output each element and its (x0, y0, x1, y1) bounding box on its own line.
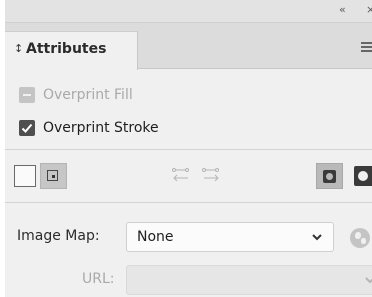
globe-icon[interactable] (350, 228, 370, 248)
overprint-fill-checkbox[interactable] (19, 87, 35, 103)
section-divider (5, 149, 372, 150)
reverse-path-right-icon[interactable] (200, 165, 222, 187)
checkmark-icon (21, 123, 33, 133)
close-panel-icon[interactable]: × (366, 3, 372, 16)
overprint-stroke-row: Overprint Stroke (19, 118, 159, 138)
url-label: URL: (82, 271, 115, 287)
overprint-fill-row: Overprint Fill (19, 85, 133, 105)
panel-title-bar: « × (5, 0, 372, 23)
tab-bar: ↕ Attributes (5, 23, 372, 70)
panel-menu-icon[interactable] (361, 42, 372, 52)
reverse-path-left-icon[interactable] (170, 165, 192, 187)
url-combobox[interactable] (126, 265, 372, 295)
chevron-down-icon (312, 234, 322, 241)
overprint-stroke-checkbox[interactable] (19, 120, 35, 136)
image-map-label: Image Map: (17, 228, 100, 244)
image-map-shape-selected-button[interactable] (40, 163, 67, 189)
chevron-down-icon (365, 277, 372, 284)
section-divider (5, 202, 372, 203)
tab-attributes[interactable]: ↕ Attributes (5, 31, 138, 70)
collapse-panel-icon[interactable]: « (339, 3, 346, 16)
expand-collapse-arrows-icon: ↕ (14, 42, 24, 55)
attributes-panel: « × ↕ Attributes Overprint Fill Overprin… (5, 0, 372, 297)
fill-rule-evenodd-button[interactable] (354, 166, 372, 186)
overprint-fill-label: Overprint Fill (43, 87, 133, 103)
fill-rule-nonzero-button[interactable] (316, 163, 343, 189)
tab-label: Attributes (26, 41, 107, 57)
image-map-select[interactable]: None (126, 222, 334, 252)
overprint-stroke-label: Overprint Stroke (43, 120, 159, 136)
image-map-value: None (137, 229, 174, 245)
image-map-shape-outline-button[interactable] (14, 165, 36, 187)
